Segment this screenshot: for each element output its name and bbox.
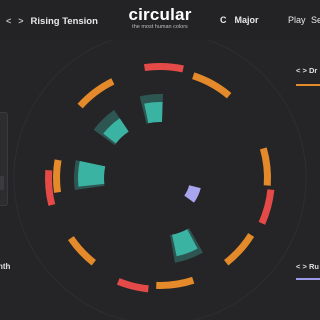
left-side-panel[interactable] — [0, 112, 8, 206]
chord-ring[interactable] — [45, 62, 275, 293]
settings-button[interactable]: Se — [311, 15, 320, 25]
segment-outer-5[interactable] — [224, 233, 255, 266]
left-panel-label: nth — [0, 262, 11, 271]
segment-outer-3[interactable] — [259, 147, 271, 186]
key-mode[interactable]: Major — [235, 15, 259, 25]
segment-outer-8[interactable] — [67, 236, 96, 266]
brand-subtitle: the most human colors — [132, 24, 188, 30]
segment-outer-11[interactable] — [77, 78, 115, 109]
preset-name[interactable]: Rising Tension — [31, 16, 98, 27]
segment-outer-4[interactable] — [258, 189, 275, 225]
right-card-dr-accent — [296, 84, 320, 86]
segment-outer-1[interactable] — [143, 62, 184, 73]
preset-prev-icon[interactable]: < — [6, 16, 12, 26]
preset-next-icon[interactable]: > — [18, 16, 24, 26]
right-card-ru-accent — [296, 278, 320, 280]
chord-wheel[interactable] — [0, 40, 320, 320]
preset-selector[interactable]: < > Rising Tension — [6, 14, 98, 28]
segment-outer-2[interactable] — [192, 72, 232, 99]
key-selector[interactable]: C Major — [220, 15, 259, 25]
brand-title: circular — [128, 5, 192, 24]
right-card-dr-chevrons[interactable]: < > — [296, 66, 307, 75]
right-card-ru-label: Ru — [308, 262, 319, 271]
segment-outer-7[interactable] — [116, 278, 149, 293]
right-card-ru[interactable]: < > Ru — [296, 262, 320, 284]
segment-active[interactable] — [184, 185, 201, 203]
segment-outer-6[interactable] — [156, 276, 195, 289]
segment-outer-10[interactable] — [52, 159, 62, 193]
app-logo: circular the most human colors — [118, 6, 202, 31]
segment-inner-6[interactable] — [78, 160, 106, 187]
left-panel-handle[interactable] — [0, 176, 4, 190]
right-card-ru-chevrons[interactable]: < > — [296, 262, 307, 271]
right-card-dr-label: Dr — [308, 66, 318, 75]
right-card-dr[interactable]: < > Dr — [296, 66, 320, 88]
play-button[interactable]: Play — [288, 15, 306, 25]
key-root[interactable]: C — [220, 15, 227, 25]
